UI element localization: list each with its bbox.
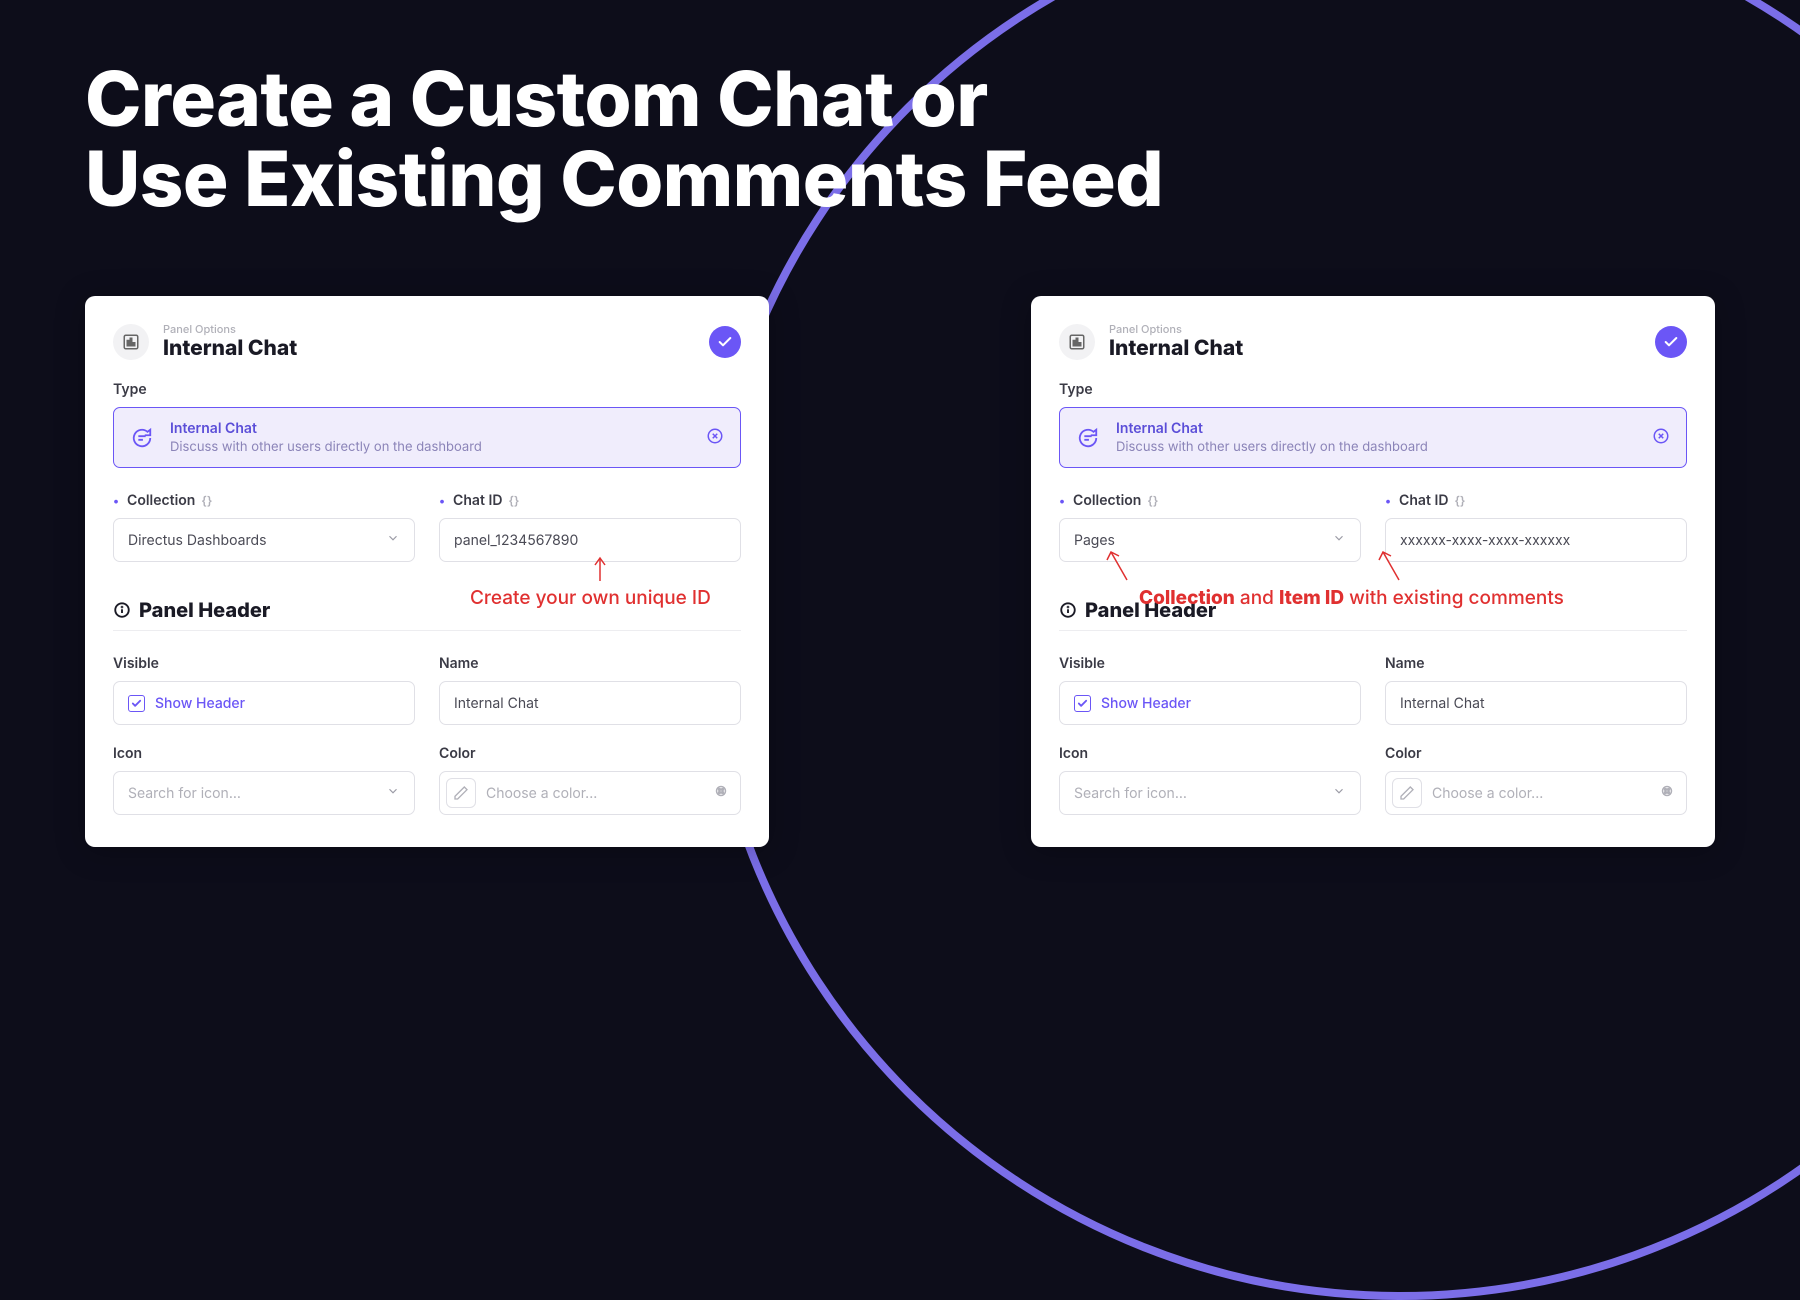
type-card-desc: Discuss with other users directly on the…: [1116, 439, 1636, 455]
panel-title: Internal Chat: [163, 336, 297, 361]
chatid-label: •Chat ID{}: [439, 492, 741, 509]
page-heading: Create a Custom Chat or Use Existing Com…: [85, 60, 1163, 220]
icon-placeholder: Search for icon...: [128, 785, 241, 802]
name-label: Name: [1385, 655, 1687, 672]
eyedropper-icon[interactable]: [1658, 782, 1676, 804]
collection-label: •Collection{}: [113, 492, 415, 509]
collection-select[interactable]: Directus Dashboards: [113, 518, 415, 562]
heading-line-1: Create a Custom Chat or: [85, 60, 1163, 140]
annotation-arrow: [1375, 548, 1405, 588]
panel-type-icon: [113, 324, 149, 360]
chat-icon: [1076, 426, 1100, 450]
type-card[interactable]: Internal Chat Discuss with other users d…: [113, 407, 741, 468]
chat-icon: [130, 426, 154, 450]
color-swatch-icon: [446, 778, 476, 808]
visible-label: Visible: [1059, 655, 1361, 672]
annotation-arrow: [590, 553, 610, 587]
visible-label: Visible: [113, 655, 415, 672]
type-label: Type: [1059, 381, 1687, 398]
color-label: Color: [1385, 745, 1687, 762]
icon-placeholder: Search for icon...: [1074, 785, 1187, 802]
show-header-label: Show Header: [155, 695, 245, 712]
color-input[interactable]: Choose a color...: [439, 771, 741, 815]
eyedropper-icon[interactable]: [712, 782, 730, 804]
type-card[interactable]: Internal Chat Discuss with other users d…: [1059, 407, 1687, 468]
panel-eyebrow: Panel Options: [163, 322, 297, 336]
show-header-label: Show Header: [1101, 695, 1191, 712]
panel-type-icon: [1059, 324, 1095, 360]
info-icon: [113, 601, 131, 619]
chatid-value: panel_1234567890: [454, 532, 578, 549]
type-clear-button[interactable]: [1652, 427, 1670, 449]
panel-title: Internal Chat: [1109, 336, 1243, 361]
type-card-desc: Discuss with other users directly on the…: [170, 439, 690, 455]
name-input[interactable]: Internal Chat: [439, 681, 741, 725]
type-clear-button[interactable]: [706, 427, 724, 449]
checkbox-icon: [1074, 695, 1091, 712]
chatid-label: •Chat ID{}: [1385, 492, 1687, 509]
annotation-arrow: [1103, 548, 1133, 588]
chevron-down-icon: [386, 531, 400, 549]
name-input[interactable]: Internal Chat: [1385, 681, 1687, 725]
heading-line-2: Use Existing Comments Feed: [85, 140, 1163, 220]
show-header-checkbox[interactable]: Show Header: [1059, 681, 1361, 725]
collection-label: •Collection{}: [1059, 492, 1361, 509]
chatid-value: xxxxxx-xxxx-xxxx-xxxxxx: [1400, 532, 1570, 549]
color-placeholder: Choose a color...: [1432, 785, 1648, 802]
collection-value: Directus Dashboards: [128, 532, 266, 549]
collection-value: Pages: [1074, 532, 1115, 549]
confirm-button[interactable]: [1655, 326, 1687, 358]
checkbox-icon: [128, 695, 145, 712]
type-card-title: Internal Chat: [1116, 420, 1636, 437]
color-placeholder: Choose a color...: [486, 785, 702, 802]
icon-label: Icon: [1059, 745, 1361, 762]
icon-label: Icon: [113, 745, 415, 762]
name-value: Internal Chat: [454, 695, 539, 712]
show-header-checkbox[interactable]: Show Header: [113, 681, 415, 725]
icon-select[interactable]: Search for icon...: [113, 771, 415, 815]
chevron-down-icon: [1332, 531, 1346, 549]
name-value: Internal Chat: [1400, 695, 1485, 712]
annotation-right: Collection and Item ID with existing com…: [1139, 586, 1564, 609]
panel-eyebrow: Panel Options: [1109, 322, 1243, 336]
type-card-title: Internal Chat: [170, 420, 690, 437]
annotation-left: Create your own unique ID: [470, 586, 711, 609]
panel-right: Panel Options Internal Chat Type Interna…: [1031, 296, 1715, 847]
chatid-input[interactable]: xxxxxx-xxxx-xxxx-xxxxxx: [1385, 518, 1687, 562]
color-label: Color: [439, 745, 741, 762]
color-swatch-icon: [1392, 778, 1422, 808]
color-input[interactable]: Choose a color...: [1385, 771, 1687, 815]
confirm-button[interactable]: [709, 326, 741, 358]
name-label: Name: [439, 655, 741, 672]
chevron-down-icon: [386, 784, 400, 802]
info-icon: [1059, 601, 1077, 619]
type-label: Type: [113, 381, 741, 398]
chevron-down-icon: [1332, 784, 1346, 802]
icon-select[interactable]: Search for icon...: [1059, 771, 1361, 815]
panel-left: Panel Options Internal Chat Type Interna…: [85, 296, 769, 847]
